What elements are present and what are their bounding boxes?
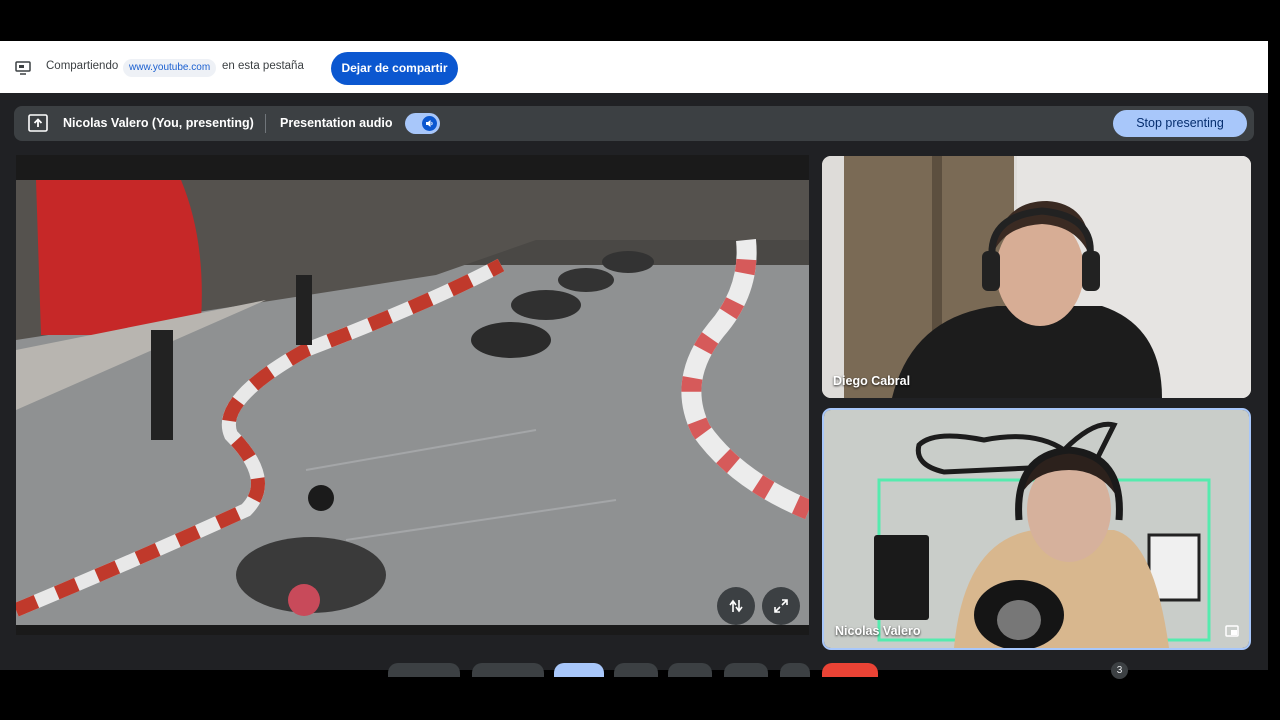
call-control-button[interactable]: [472, 663, 544, 677]
presentation-audio-label: Presentation audio: [280, 116, 393, 130]
sharing-suffix: en esta pestaña: [222, 60, 304, 72]
participant-tile-self[interactable]: Nicolas Valero: [822, 408, 1251, 650]
participant-video: [822, 156, 1251, 398]
tab-sharing-bar: Compartiendo www.youtube.com en esta pes…: [0, 41, 1268, 93]
participant-tile[interactable]: Diego Cabral: [822, 156, 1251, 398]
presentation-audio-toggle[interactable]: [405, 113, 440, 134]
participant-name: Nicolas Valero: [835, 624, 921, 638]
divider: [265, 114, 266, 133]
stop-presenting-button[interactable]: Stop presenting: [1113, 110, 1247, 137]
call-control-button[interactable]: [614, 663, 658, 677]
meeting-window: Nicolas Valero (You, presenting) Present…: [0, 93, 1268, 679]
expand-icon: [774, 599, 788, 613]
stop-sharing-button[interactable]: Dejar de compartir: [331, 52, 458, 85]
participant-name: Diego Cabral: [833, 374, 911, 388]
picture-in-picture-icon[interactable]: [1225, 625, 1239, 637]
call-control-button[interactable]: [388, 663, 460, 677]
call-control-button[interactable]: [724, 663, 768, 677]
presentation-stage: [16, 155, 809, 635]
presenter-name: Nicolas Valero (You, presenting): [63, 116, 254, 130]
karting-race-image: [16, 180, 809, 625]
screen-share-icon: [15, 61, 31, 75]
speaker-icon: [422, 116, 437, 131]
participant-count-badge: 3: [1111, 662, 1128, 679]
swap-layout-button[interactable]: [717, 587, 755, 625]
call-control-button[interactable]: [554, 663, 604, 677]
end-call-button[interactable]: [822, 663, 878, 677]
call-control-button[interactable]: [780, 663, 810, 677]
swap-icon: [729, 599, 743, 613]
participant-video: [824, 410, 1249, 648]
present-screen-icon: [28, 114, 48, 132]
presentation-bar: Nicolas Valero (You, presenting) Present…: [14, 106, 1254, 141]
presented-video: [16, 180, 809, 625]
sharing-label: Compartiendo: [46, 60, 119, 72]
fullscreen-button[interactable]: [762, 587, 800, 625]
shared-url-chip: www.youtube.com: [123, 59, 217, 77]
call-control-button[interactable]: [668, 663, 712, 677]
